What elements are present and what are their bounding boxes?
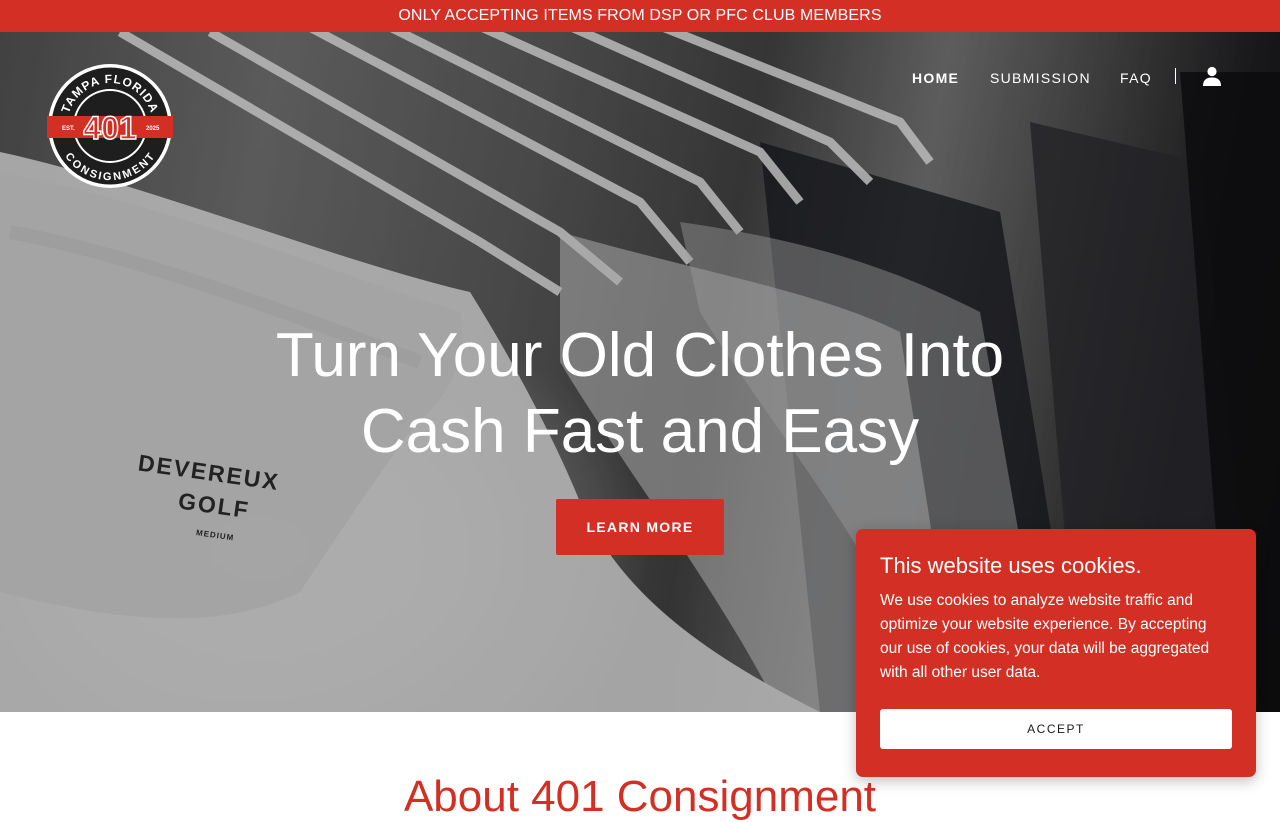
learn-more-button[interactable]: LEARN MORE	[556, 499, 724, 555]
logo-est-text: EST.	[62, 126, 75, 132]
announcement-text: ONLY ACCEPTING ITEMS FROM DSP OR PFC CLU…	[398, 7, 882, 24]
user-icon[interactable]	[1200, 64, 1224, 88]
logo-number: 401	[83, 110, 136, 146]
announcement-bar: ONLY ACCEPTING ITEMS FROM DSP OR PFC CLU…	[0, 0, 1280, 32]
hero-headline-line2: Cash Fast and Easy	[360, 397, 920, 466]
cookie-banner: This website uses cookies. We use cookie…	[856, 529, 1256, 777]
hero-headline-line1: Turn Your Old Clothes Into	[275, 321, 1005, 390]
nav-home[interactable]: HOME	[912, 70, 959, 86]
cookie-body: We use cookies to analyze website traffi…	[880, 592, 1210, 681]
cookie-title: This website uses cookies.	[880, 553, 1142, 578]
nav-divider	[1175, 68, 1176, 84]
site-logo[interactable]: TAMPA FLORIDA CONSIGNMENT 401 EST. 2025	[47, 63, 173, 189]
nav-submission[interactable]: SUBMISSION	[990, 70, 1091, 86]
nav-faq[interactable]: FAQ	[1120, 70, 1152, 86]
about-title: About 401 Consignment	[403, 772, 877, 821]
hero-headline: Turn Your Old Clothes Into Cash Fast and…	[0, 318, 1280, 470]
logo-year-text: 2025	[146, 126, 160, 132]
accept-cookies-button[interactable]: ACCEPT	[880, 709, 1232, 749]
